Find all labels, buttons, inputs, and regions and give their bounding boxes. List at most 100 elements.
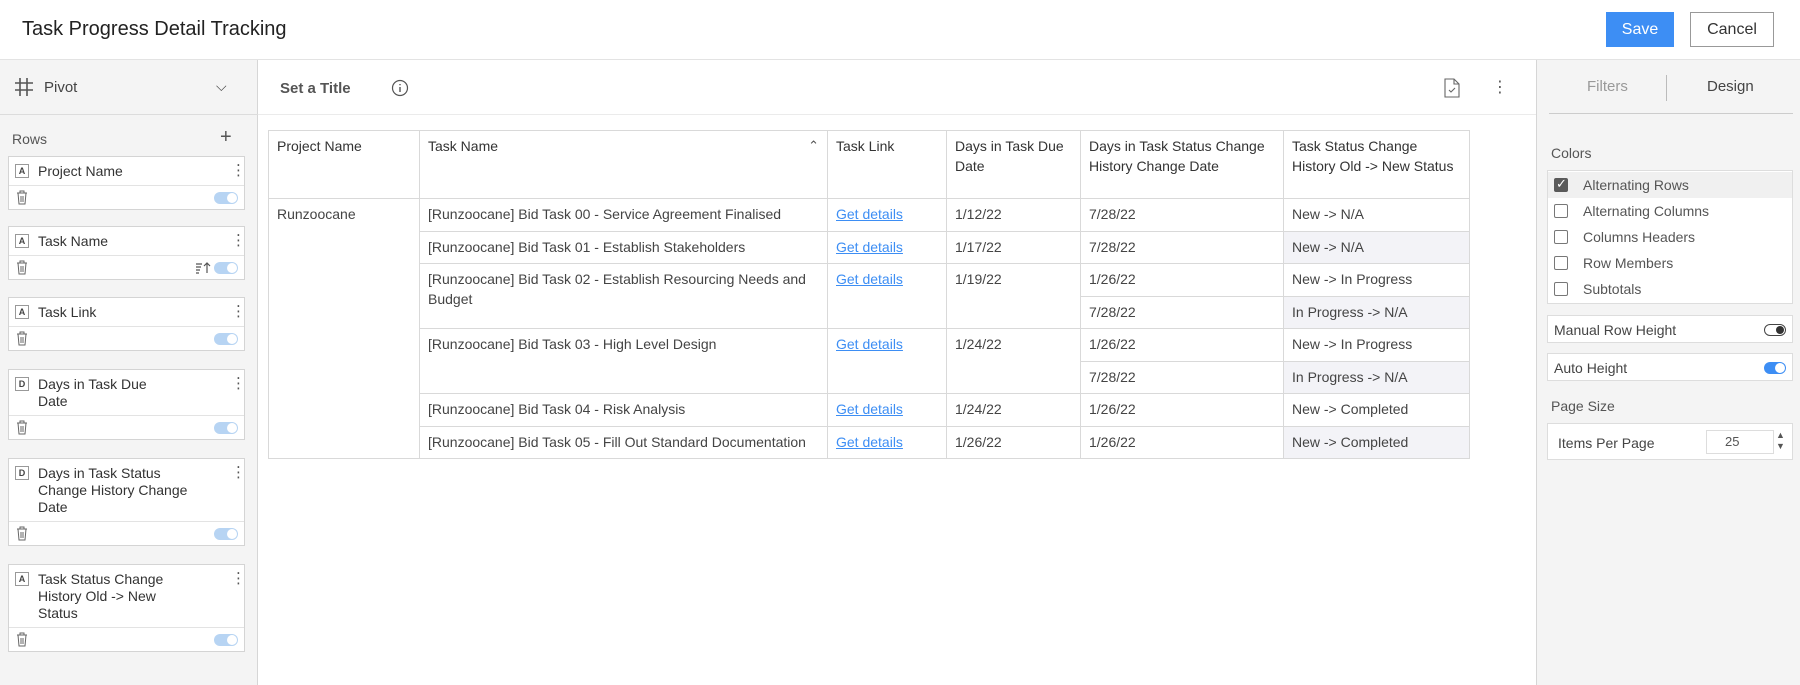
chevron-up-icon[interactable]: ⌃ (808, 136, 819, 156)
more-vertical-icon[interactable]: ⋮ (231, 569, 246, 587)
trash-icon[interactable] (16, 260, 28, 275)
add-row-icon[interactable]: + (220, 126, 232, 149)
checkbox[interactable] (1554, 256, 1568, 270)
get-details-link[interactable]: Get details (836, 239, 903, 255)
option-label: Subtotals (1583, 281, 1642, 297)
table-cell-task-name: [Runzoocane] Bid Task 02 - Establish Res… (419, 263, 828, 329)
trash-icon[interactable] (16, 190, 28, 205)
table-header-row: Project Name Task Name ⌃ Task Link Days i… (268, 130, 1470, 199)
trash-icon[interactable] (16, 632, 28, 647)
row-field-status-change-history[interactable]: A Task Status Change History Old -> New … (8, 564, 246, 652)
sort-ascending-icon[interactable] (195, 261, 211, 274)
pivot-table: Project Name Task Name ⌃ Task Link Days i… (268, 130, 1470, 459)
field-label: Task Link (38, 304, 97, 320)
tab-divider (1666, 75, 1667, 101)
field-label: Task Status Change History Old -> New St… (38, 571, 164, 621)
grid-icon (15, 78, 33, 96)
row-field-task-link[interactable]: A Task Link ⋮ (8, 297, 246, 351)
stepper-arrows-icon[interactable]: ▲ ▼ (1776, 430, 1785, 452)
column-header-task-link[interactable]: Task Link (827, 130, 947, 199)
visibility-toggle[interactable] (214, 422, 238, 434)
table-cell-change-date: 1/26/22 (1080, 393, 1284, 427)
row-field-status-change-date[interactable]: D Days in Task Status Change History Cha… (8, 458, 246, 546)
option-columns-headers[interactable]: Columns Headers (1548, 224, 1792, 250)
table-cell-task-link: Get details (827, 230, 947, 264)
manual-row-height-setting: Manual Row Height (1547, 315, 1793, 343)
column-header-change-date[interactable]: Days in Task Status Change History Chang… (1080, 130, 1284, 199)
items-per-page-label: Items Per Page (1558, 435, 1655, 451)
table-cell-due: 1/17/22 (946, 230, 1081, 264)
table-cell-task-link: Get details (827, 263, 947, 329)
tab-design[interactable]: Design (1707, 78, 1754, 95)
table-cell-status: In Progress -> N/A (1283, 295, 1470, 329)
items-per-page-input[interactable]: 25 (1706, 430, 1774, 454)
more-vertical-icon[interactable]: ⋮ (231, 463, 246, 481)
table-cell-change-date: 7/28/22 (1080, 295, 1284, 329)
field-label: Project Name (38, 163, 123, 179)
save-button[interactable]: Save (1606, 12, 1674, 47)
get-details-link[interactable]: Get details (836, 434, 903, 450)
trash-icon[interactable] (16, 526, 28, 541)
table-cell-task-link: Get details (827, 198, 947, 232)
table-cell-due: 1/24/22 (946, 393, 1081, 427)
set-title-input[interactable]: Set a Title (280, 80, 351, 97)
option-row-members[interactable]: Row Members (1548, 250, 1792, 276)
chevron-down-icon[interactable]: ⌵ (216, 78, 227, 95)
column-header-project-name[interactable]: Project Name (268, 130, 420, 199)
trash-icon[interactable] (16, 420, 28, 435)
text-type-icon: A (15, 572, 29, 586)
table-cell-status: New -> N/A (1283, 230, 1470, 264)
rows-section-label: Rows (12, 131, 48, 147)
get-details-link[interactable]: Get details (836, 271, 903, 287)
checkbox-checked[interactable] (1554, 176, 1568, 192)
row-field-task-name[interactable]: A Task Name ⋮ (8, 226, 246, 280)
trash-icon[interactable] (16, 331, 28, 346)
table-cell-status: New -> In Progress (1283, 328, 1470, 362)
row-field-days-in-task-due-date[interactable]: D Days in Task Due Date ⋮ (8, 369, 246, 440)
pivot-selector[interactable]: Pivot ⌵ (0, 60, 258, 115)
more-vertical-icon[interactable]: ⋮ (231, 302, 246, 320)
column-header-due-date[interactable]: Days in Task Due Date (946, 130, 1081, 199)
table-row: [Runzoocane] Bid Task 01 - Establish Sta… (269, 230, 1470, 264)
visibility-toggle[interactable] (214, 528, 238, 540)
page-size-setting: Items Per Page 25 ▲ ▼ (1547, 423, 1793, 460)
option-subtotals[interactable]: Subtotals (1548, 276, 1792, 302)
checkbox[interactable] (1554, 282, 1568, 296)
cancel-button[interactable]: Cancel (1690, 12, 1774, 47)
table-cell-due: 1/26/22 (946, 425, 1081, 459)
info-icon[interactable] (391, 79, 409, 97)
more-vertical-icon[interactable]: ⋮ (231, 231, 246, 249)
column-header-task-name[interactable]: Task Name ⌃ (419, 130, 828, 199)
left-sidebar: Pivot ⌵ Rows + A Project Name ⋮ A Task N… (0, 60, 258, 685)
auto-height-toggle[interactable] (1764, 362, 1786, 374)
visibility-toggle[interactable] (214, 634, 238, 646)
column-header-status-change[interactable]: Task Status Change History Old -> New St… (1283, 130, 1470, 199)
table-row: [Runzoocane] Bid Task 05 - Fill Out Stan… (269, 425, 1470, 459)
get-details-link[interactable]: Get details (836, 206, 903, 222)
table-cell-due: 1/12/22 (946, 198, 1081, 232)
checkbox[interactable] (1554, 230, 1568, 244)
export-file-icon[interactable] (1444, 78, 1460, 98)
more-vertical-icon[interactable]: ⋮ (231, 374, 246, 392)
table-cell-status: New -> In Progress (1283, 263, 1470, 297)
table-cell-status: In Progress -> N/A (1283, 360, 1470, 394)
field-label: Days in Task Due Date (38, 376, 147, 409)
visibility-toggle[interactable] (214, 192, 238, 204)
tab-filters[interactable]: Filters (1587, 78, 1628, 95)
get-details-link[interactable]: Get details (836, 401, 903, 417)
pivot-label: Pivot (44, 79, 78, 96)
text-type-icon: A (15, 164, 29, 178)
visibility-toggle[interactable] (214, 333, 238, 345)
field-label: Days in Task Status Change History Chang… (38, 465, 188, 515)
more-vertical-icon[interactable]: ⋮ (231, 161, 246, 179)
row-field-project-name[interactable]: A Project Name ⋮ (8, 156, 246, 210)
visibility-toggle[interactable] (214, 262, 238, 274)
get-details-link[interactable]: Get details (836, 336, 903, 352)
manual-row-height-toggle[interactable] (1764, 324, 1786, 336)
option-alternating-columns[interactable]: Alternating Columns (1548, 198, 1792, 224)
table-cell-status: New -> Completed (1283, 393, 1470, 427)
more-vertical-icon[interactable]: ⋮ (1492, 77, 1508, 97)
option-alternating-rows[interactable]: Alternating Rows (1548, 172, 1792, 198)
checkbox[interactable] (1554, 204, 1568, 218)
table-row: [Runzoocane] Bid Task 02 - Establish Res… (269, 263, 1470, 329)
